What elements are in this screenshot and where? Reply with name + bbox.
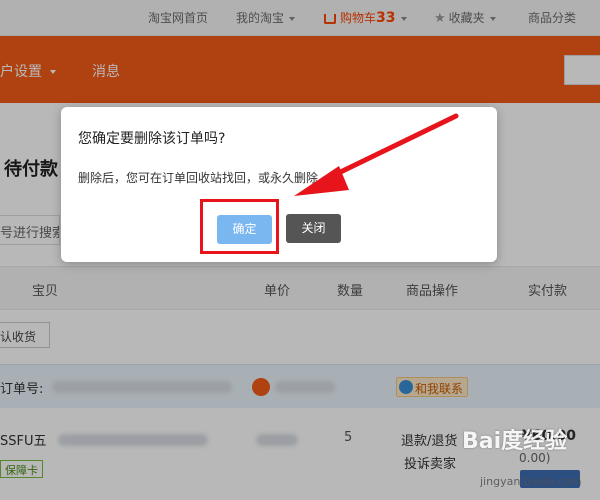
dialog-title: 您确定要删除该订单吗?: [78, 131, 226, 147]
watermark-url: jingyan.baidu.com: [480, 475, 582, 488]
close-dialog-button[interactable]: 关闭: [286, 214, 341, 243]
watermark-logo: Bai度经验: [462, 429, 568, 454]
dialog-message: 删除后，您可在订单回收站找回，或永久删除。: [78, 171, 331, 185]
delete-order-dialog: 您确定要删除该订单吗? 删除后，您可在订单回收站找回，或永久删除。 确定 关闭: [61, 107, 497, 262]
annotation-highlight-box: [200, 199, 279, 254]
baidu-watermark: Bai度经验 jingyan.baidu.com: [462, 423, 600, 500]
